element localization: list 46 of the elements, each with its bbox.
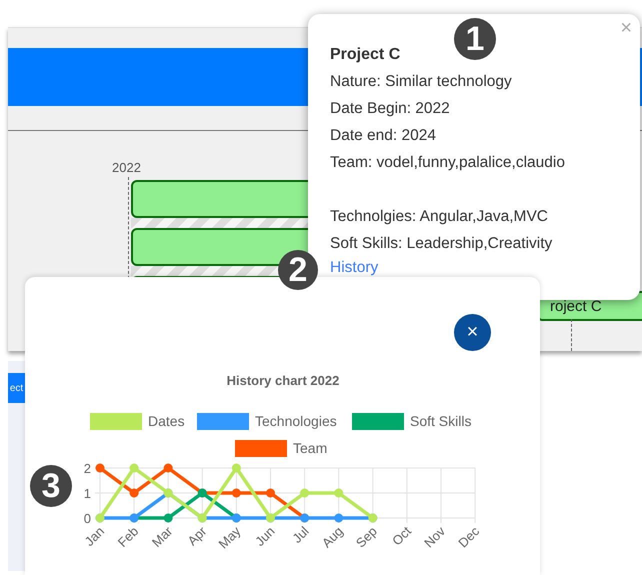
axis-tick-label: Apr	[184, 524, 210, 548]
axis-tick-label: Aug	[318, 524, 346, 550]
legend-item[interactable]: Technologies	[197, 413, 337, 430]
axis-tick-label: Oct	[389, 524, 414, 548]
info-text: Soft Skills: Leadership,Creativity	[330, 234, 554, 254]
data-point	[300, 488, 310, 498]
legend-label: Soft Skills	[410, 413, 472, 429]
popover-title: Project C	[330, 45, 402, 65]
axis-tick-label: 0	[84, 511, 91, 526]
axis-tick-label: Nov	[421, 524, 448, 550]
legend-label: Team	[293, 440, 328, 456]
history-link[interactable]: History	[330, 257, 378, 279]
chart-title: History chart 2022	[226, 373, 340, 388]
data-point	[334, 488, 344, 498]
info-text: Nature: Similar technology	[330, 72, 513, 92]
info-text: Date Begin: 2022	[330, 99, 451, 119]
axis-tick-label: Jun	[252, 524, 278, 549]
data-point	[232, 464, 241, 472]
data-point	[334, 514, 344, 522]
info-text: Team: vodel,funny,palalice,claudio	[330, 153, 566, 173]
project-button[interactable]: ect	[8, 373, 25, 403]
data-point	[232, 488, 241, 498]
info-text: Technolgies: Angular,Java,MVC	[330, 207, 549, 227]
year-label: 2022	[112, 160, 141, 175]
legend-item[interactable]: Soft Skills	[352, 413, 472, 430]
gridline	[571, 319, 572, 351]
axis-tick-label: 1	[84, 486, 91, 501]
data-point	[164, 514, 173, 522]
data-point	[266, 488, 275, 498]
data-point	[130, 464, 139, 472]
axis-tick-label: Jul	[289, 524, 312, 546]
data-point	[130, 488, 139, 498]
axis-tick-label: Dec	[455, 524, 482, 550]
data-point	[164, 464, 173, 472]
axis-tick-label: Feb	[114, 524, 142, 550]
data-point	[96, 464, 104, 472]
axis-tick-label: 2	[84, 461, 91, 476]
axis-tick-label: Sep	[352, 524, 380, 550]
legend-label: Dates	[148, 413, 185, 429]
bar-label: roject C	[549, 298, 602, 314]
legend-label: Technologies	[255, 413, 337, 429]
axis-tick-label: Mar	[148, 524, 176, 550]
axis-tick-label: May	[216, 524, 244, 552]
close-button[interactable]: ×	[454, 314, 491, 351]
axis-tick-label: Jan	[82, 524, 108, 549]
info-text: Date end: 2024	[330, 126, 438, 146]
